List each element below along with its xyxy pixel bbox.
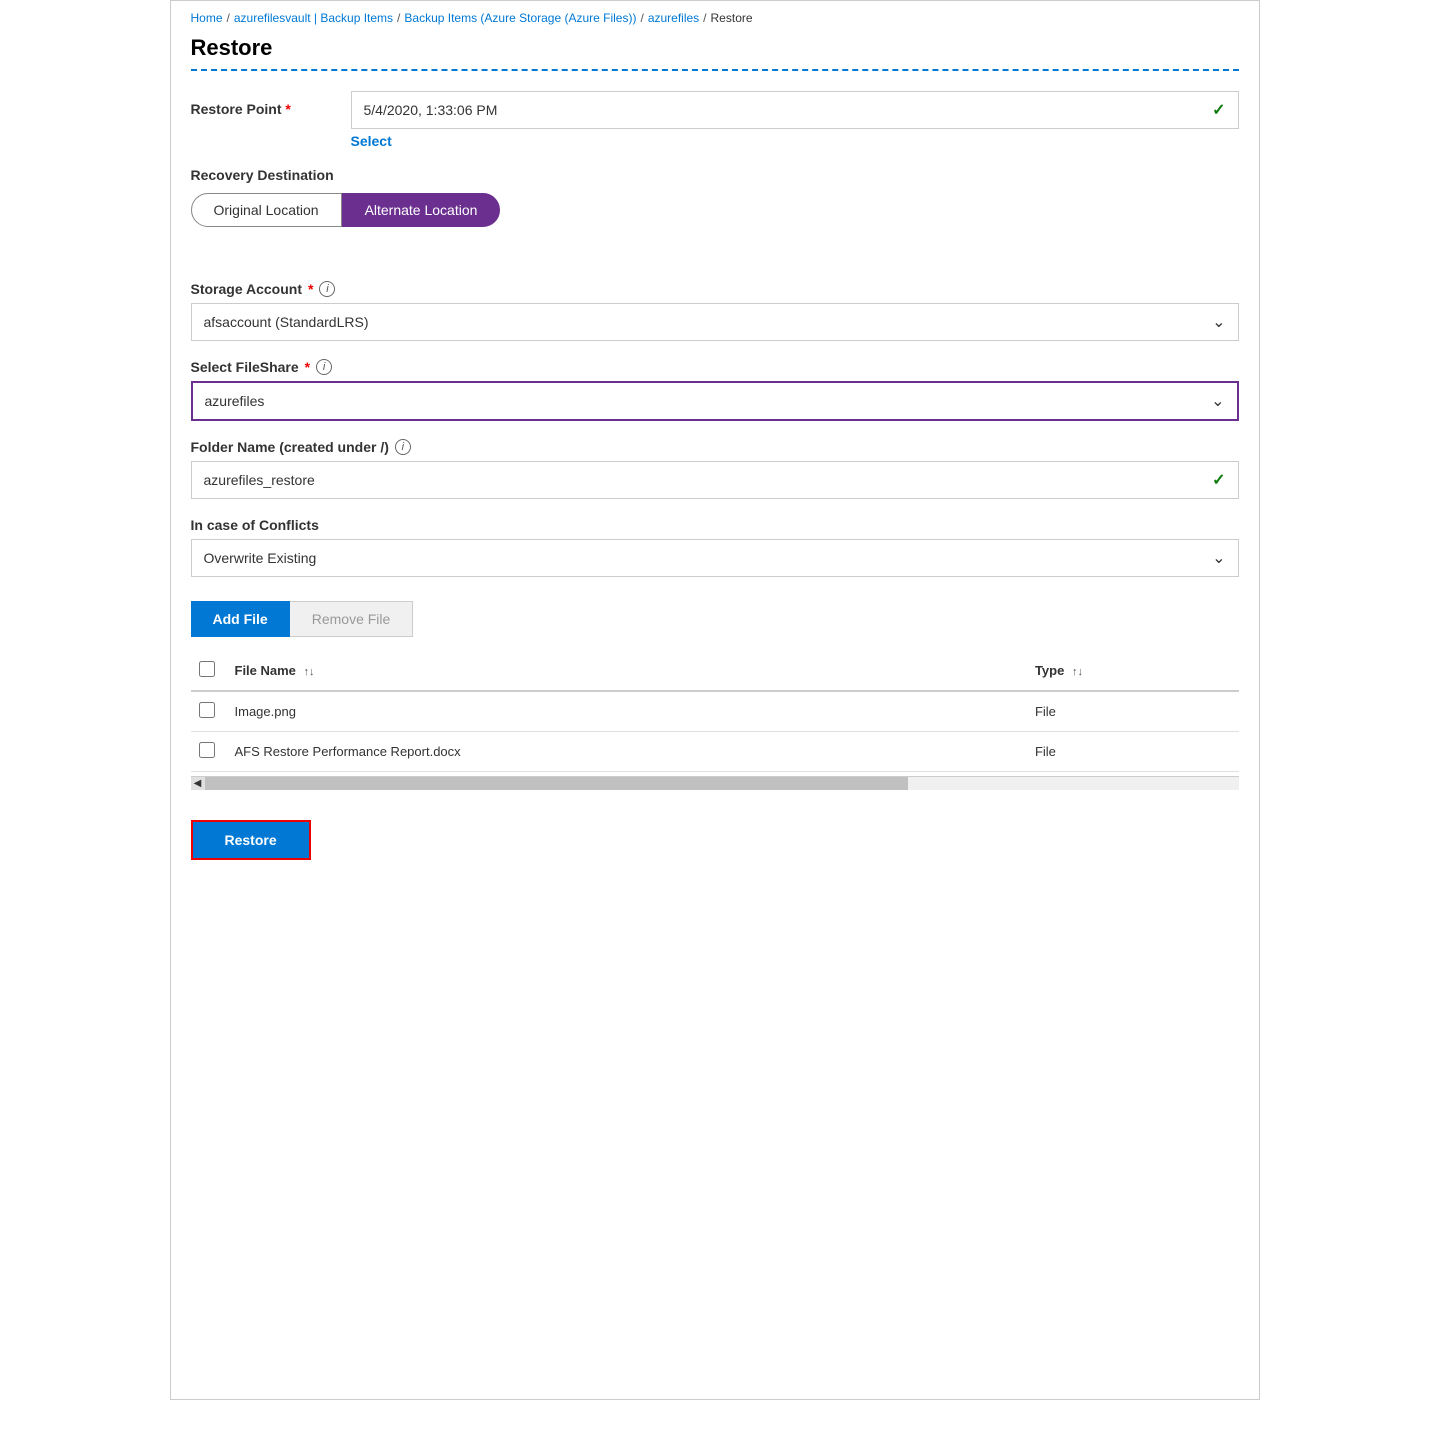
- fileshare-dropdown[interactable]: azurefiles ⌄: [191, 381, 1239, 421]
- file-table: File Name ↑↓ Type ↑↓ Image.png File: [191, 651, 1239, 772]
- folder-name-section: Folder Name (created under /) i ✓: [191, 439, 1239, 499]
- table-row: AFS Restore Performance Report.docx File: [191, 732, 1239, 772]
- storage-account-chevron-icon: ⌄: [1212, 312, 1225, 332]
- required-star: *: [285, 101, 290, 117]
- folder-name-info-icon[interactable]: i: [395, 439, 411, 455]
- page-wrapper: Home / azurefilesvault | Backup Items / …: [170, 0, 1260, 1400]
- restore-point-value-box: 5/4/2020, 1:33:06 PM ✓: [351, 91, 1239, 129]
- row1-checkbox[interactable]: [199, 702, 215, 718]
- check-icon: ✓: [1212, 100, 1225, 120]
- recovery-destination-label: Recovery Destination: [191, 167, 1239, 183]
- type-column-header[interactable]: Type ↑↓: [1027, 651, 1239, 691]
- breadcrumb-home[interactable]: Home: [191, 11, 223, 25]
- filename-column-header[interactable]: File Name ↑↓: [227, 651, 1027, 691]
- storage-account-value: afsaccount (StandardLRS): [204, 314, 369, 330]
- restore-point-section: Restore Point * 5/4/2020, 1:33:06 PM ✓ S…: [191, 91, 1239, 149]
- folder-name-input-box: ✓: [191, 461, 1239, 499]
- fileshare-info-icon[interactable]: i: [316, 359, 332, 375]
- scrollbar-thumb[interactable]: [205, 777, 908, 790]
- storage-account-label: Storage Account * i: [191, 281, 1239, 297]
- spacer: [191, 251, 1239, 281]
- conflicts-value: Overwrite Existing: [204, 550, 317, 566]
- storage-account-dropdown[interactable]: afsaccount (StandardLRS) ⌄: [191, 303, 1239, 341]
- conflicts-label: In case of Conflicts: [191, 517, 1239, 533]
- restore-point-value: 5/4/2020, 1:33:06 PM: [364, 102, 498, 118]
- recovery-destination-section: Recovery Destination Original Location A…: [191, 167, 1239, 227]
- select-all-checkbox[interactable]: [199, 661, 215, 677]
- storage-account-info-icon[interactable]: i: [319, 281, 335, 297]
- select-link[interactable]: Select: [351, 133, 1239, 149]
- folder-name-input[interactable]: [204, 472, 1213, 488]
- conflicts-section: In case of Conflicts Overwrite Existing …: [191, 517, 1239, 577]
- fileshare-value: azurefiles: [205, 393, 265, 409]
- breadcrumb-current: Restore: [711, 11, 753, 25]
- select-all-header: [191, 651, 227, 691]
- row2-filename: AFS Restore Performance Report.docx: [227, 732, 1027, 772]
- file-buttons: Add File Remove File: [191, 601, 1239, 637]
- breadcrumb-vault[interactable]: azurefilesvault | Backup Items: [234, 11, 393, 25]
- original-location-btn[interactable]: Original Location: [191, 193, 342, 227]
- row2-type: File: [1027, 732, 1239, 772]
- row2-checkbox[interactable]: [199, 742, 215, 758]
- restore-button[interactable]: Restore: [191, 820, 311, 860]
- files-section: Add File Remove File File Name ↑↓ Type ↑…: [191, 601, 1239, 790]
- alternate-location-btn[interactable]: Alternate Location: [342, 193, 501, 227]
- conflicts-chevron-icon: ⌄: [1212, 548, 1225, 568]
- type-sort-icon: ↑↓: [1072, 666, 1083, 678]
- fileshare-chevron-icon: ⌄: [1211, 391, 1224, 411]
- breadcrumb-azurefiles[interactable]: azurefiles: [648, 11, 699, 25]
- restore-point-right: 5/4/2020, 1:33:06 PM ✓ Select: [351, 91, 1239, 149]
- remove-file-button: Remove File: [290, 601, 414, 637]
- conflicts-dropdown[interactable]: Overwrite Existing ⌄: [191, 539, 1239, 577]
- breadcrumb-backup-items[interactable]: Backup Items (Azure Storage (Azure Files…: [404, 11, 636, 25]
- fileshare-label: Select FileShare * i: [191, 359, 1239, 375]
- horizontal-scrollbar[interactable]: ◀: [191, 776, 1239, 790]
- row1-filename: Image.png: [227, 691, 1027, 732]
- row2-checkbox-cell: [191, 732, 227, 772]
- filename-sort-icon: ↑↓: [304, 666, 315, 678]
- page-title: Restore: [191, 35, 1239, 61]
- breadcrumb: Home / azurefilesvault | Backup Items / …: [191, 11, 1239, 25]
- top-divider: [191, 69, 1239, 71]
- bottom-bar: Restore: [191, 810, 1239, 870]
- folder-name-label: Folder Name (created under /) i: [191, 439, 1239, 455]
- row1-checkbox-cell: [191, 691, 227, 732]
- location-toggle: Original Location Alternate Location: [191, 193, 1239, 227]
- fileshare-section: Select FileShare * i azurefiles ⌄: [191, 359, 1239, 421]
- file-table-body: Image.png File AFS Restore Performance R…: [191, 691, 1239, 772]
- table-row: Image.png File: [191, 691, 1239, 732]
- row1-type: File: [1027, 691, 1239, 732]
- folder-name-check-icon: ✓: [1212, 470, 1225, 490]
- restore-point-label: Restore Point *: [191, 91, 331, 117]
- scroll-left-arrow[interactable]: ◀: [191, 777, 205, 790]
- table-header-row: File Name ↑↓ Type ↑↓: [191, 651, 1239, 691]
- add-file-button[interactable]: Add File: [191, 601, 290, 637]
- storage-account-section: Storage Account * i afsaccount (Standard…: [191, 281, 1239, 341]
